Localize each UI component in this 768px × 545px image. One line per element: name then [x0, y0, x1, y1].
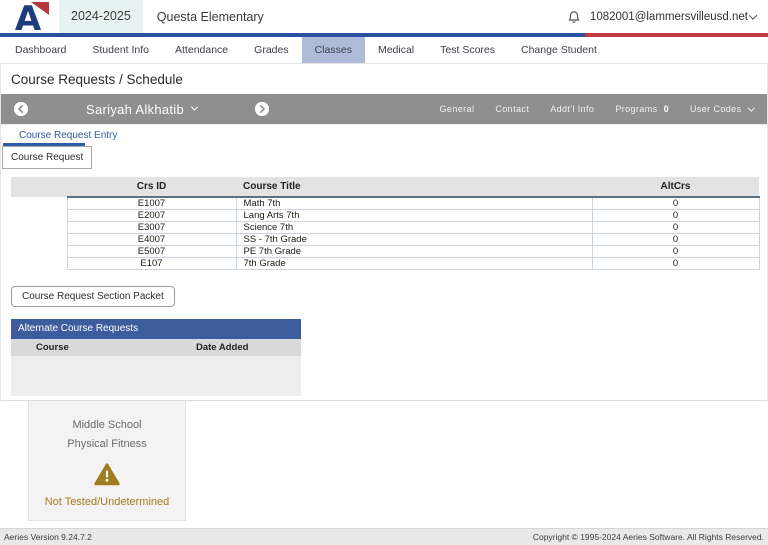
student-bar-link-addtl-info[interactable]: Addt'l Info: [550, 104, 594, 114]
alt-date-added-header: Date Added: [196, 342, 249, 353]
subtab-strip: Course Request Entry: [1, 124, 767, 146]
course-title-cell: Lang Arts 7th: [235, 209, 593, 222]
altcrs-cell: 0: [591, 196, 760, 210]
top-header: A 2024-2025 Questa Elementary 1082001@la…: [0, 0, 768, 33]
chevron-down-icon: [747, 104, 754, 111]
student-bar-link-contact[interactable]: Contact: [495, 104, 529, 114]
nav-item[interactable]: Grades: [241, 37, 301, 63]
table-header-row: Crs ID Course Title AltCrs: [11, 177, 759, 197]
course-table-body: E1007 Math 7th 0 E2007 Lang Arts 7th 0 E…: [11, 196, 760, 270]
active-subtab-indicator: [3, 143, 85, 146]
aeries-logo-icon: A: [5, 1, 51, 33]
crs-id-cell: E2007: [66, 209, 237, 222]
nav-item[interactable]: Classes: [301, 37, 365, 63]
gutter-cell: [11, 221, 67, 234]
previous-student-button[interactable]: [14, 102, 28, 116]
chevron-down-icon: [190, 103, 199, 111]
crs-id-header: Crs ID: [67, 177, 236, 197]
course-title-cell: 7th Grade: [235, 257, 593, 270]
course-title-header: Course Title: [236, 177, 592, 197]
warning-triangle-icon: [94, 463, 120, 491]
footer: Aeries Version 9.24.7.2 Copyright © 1995…: [0, 528, 768, 545]
alternate-table-header-row: Course Date Added: [11, 339, 301, 356]
course-title-cell: Science 7th: [235, 221, 593, 234]
user-codes-label: User Codes: [689, 104, 742, 114]
alternate-course-requests-title: Alternate Course Requests: [11, 319, 301, 339]
table-row[interactable]: E4007 SS - 7th Grade 0: [11, 233, 760, 246]
table-row[interactable]: E107 7th Grade 0: [11, 257, 760, 270]
student-bar-link-general[interactable]: General: [440, 104, 475, 114]
gutter-cell: [11, 233, 67, 246]
altcrs-cell: 0: [591, 245, 760, 258]
fitness-card-line1: Middle School: [72, 419, 142, 431]
account-email: 1082001@lammersvilleusd.net: [589, 10, 748, 23]
alternate-course-requests-panel: Alternate Course Requests Course Date Ad…: [11, 319, 301, 396]
programs-count-badge: 0: [663, 104, 669, 114]
nav-item[interactable]: Test Scores: [427, 37, 508, 63]
altcrs-cell: 0: [591, 257, 760, 270]
fitness-status-text: Not Tested/Undetermined: [44, 496, 170, 508]
altcrs-header: AltCrs: [592, 177, 759, 197]
crs-id-cell: E4007: [66, 233, 237, 246]
gutter-cell: [11, 197, 67, 210]
gutter-header-cell: [11, 177, 67, 197]
student-bar: Sariyah Alkhatib General Contact Addt'l …: [1, 94, 767, 124]
student-name: Sariyah Alkhatib: [86, 101, 185, 117]
programs-label: Programs: [615, 104, 658, 114]
course-title-cell: Math 7th: [235, 196, 593, 210]
chevron-down-icon: [748, 10, 758, 20]
altcrs-cell: 0: [591, 233, 760, 246]
copyright-text: Copyright © 1995-2024 Aeries Software. A…: [532, 532, 764, 542]
altcrs-cell: 0: [591, 209, 760, 222]
tab-strip: Course Request: [1, 146, 767, 171]
bell-icon[interactable]: [567, 9, 581, 24]
crs-id-cell: E1007: [66, 196, 237, 210]
fitness-card-line2: Physical Fitness: [67, 438, 147, 450]
crs-id-cell: E3007: [66, 221, 237, 234]
version-text: Aeries Version 9.24.7.2: [4, 532, 92, 542]
next-student-button[interactable]: [255, 102, 270, 116]
nav-item[interactable]: Student Info: [79, 37, 162, 63]
tab-course-request[interactable]: Course Request: [2, 146, 93, 169]
table-row[interactable]: E2007 Lang Arts 7th 0: [11, 209, 760, 222]
arrow-right-icon: [255, 102, 270, 116]
crs-id-cell: E107: [66, 257, 237, 270]
nav-item[interactable]: Dashboard: [2, 37, 79, 63]
main-nav: Dashboard Student Info Attendance Grades…: [0, 37, 768, 64]
table-row[interactable]: E1007 Math 7th 0: [11, 196, 760, 210]
svg-text:A: A: [15, 1, 42, 33]
nav-item[interactable]: Change Student: [508, 37, 610, 63]
crs-id-cell: E5007: [66, 245, 237, 258]
student-bar-link-user-codes[interactable]: User Codes: [689, 104, 754, 114]
table-row[interactable]: E5007 PE 7th Grade 0: [11, 245, 760, 258]
course-title-cell: PE 7th Grade: [235, 245, 593, 258]
alt-course-header: Course: [36, 342, 69, 353]
content-area: Course Requests / Schedule Sariyah Alkha…: [0, 64, 768, 401]
gutter-cell: [11, 257, 67, 270]
course-request-table: Crs ID Course Title AltCrs E1007 Math 7t…: [11, 177, 760, 270]
table-row[interactable]: E3007 Science 7th 0: [11, 221, 760, 234]
alternate-table-empty-area: [11, 356, 301, 396]
student-bar-link-programs[interactable]: Programs 0: [615, 104, 669, 114]
student-name-dropdown[interactable]: Sariyah Alkhatib: [86, 101, 199, 117]
page-title: Course Requests / Schedule: [11, 72, 183, 87]
course-title-cell: SS - 7th Grade: [235, 233, 593, 246]
altcrs-cell: 0: [591, 221, 760, 234]
school-year: 2024-2025: [59, 0, 143, 33]
nav-item[interactable]: Attendance: [162, 37, 241, 63]
nav-item[interactable]: Medical: [365, 37, 427, 63]
gutter-cell: [11, 209, 67, 222]
arrow-left-icon: [14, 102, 28, 116]
account-menu[interactable]: 1082001@lammersvilleusd.net: [589, 10, 758, 23]
school-name: Questa Elementary: [156, 9, 264, 24]
gutter-cell: [11, 245, 67, 258]
physical-fitness-status-card: Middle School Physical Fitness Not Teste…: [28, 401, 186, 521]
course-request-section-packet-button[interactable]: Course Request Section Packet: [11, 286, 175, 307]
